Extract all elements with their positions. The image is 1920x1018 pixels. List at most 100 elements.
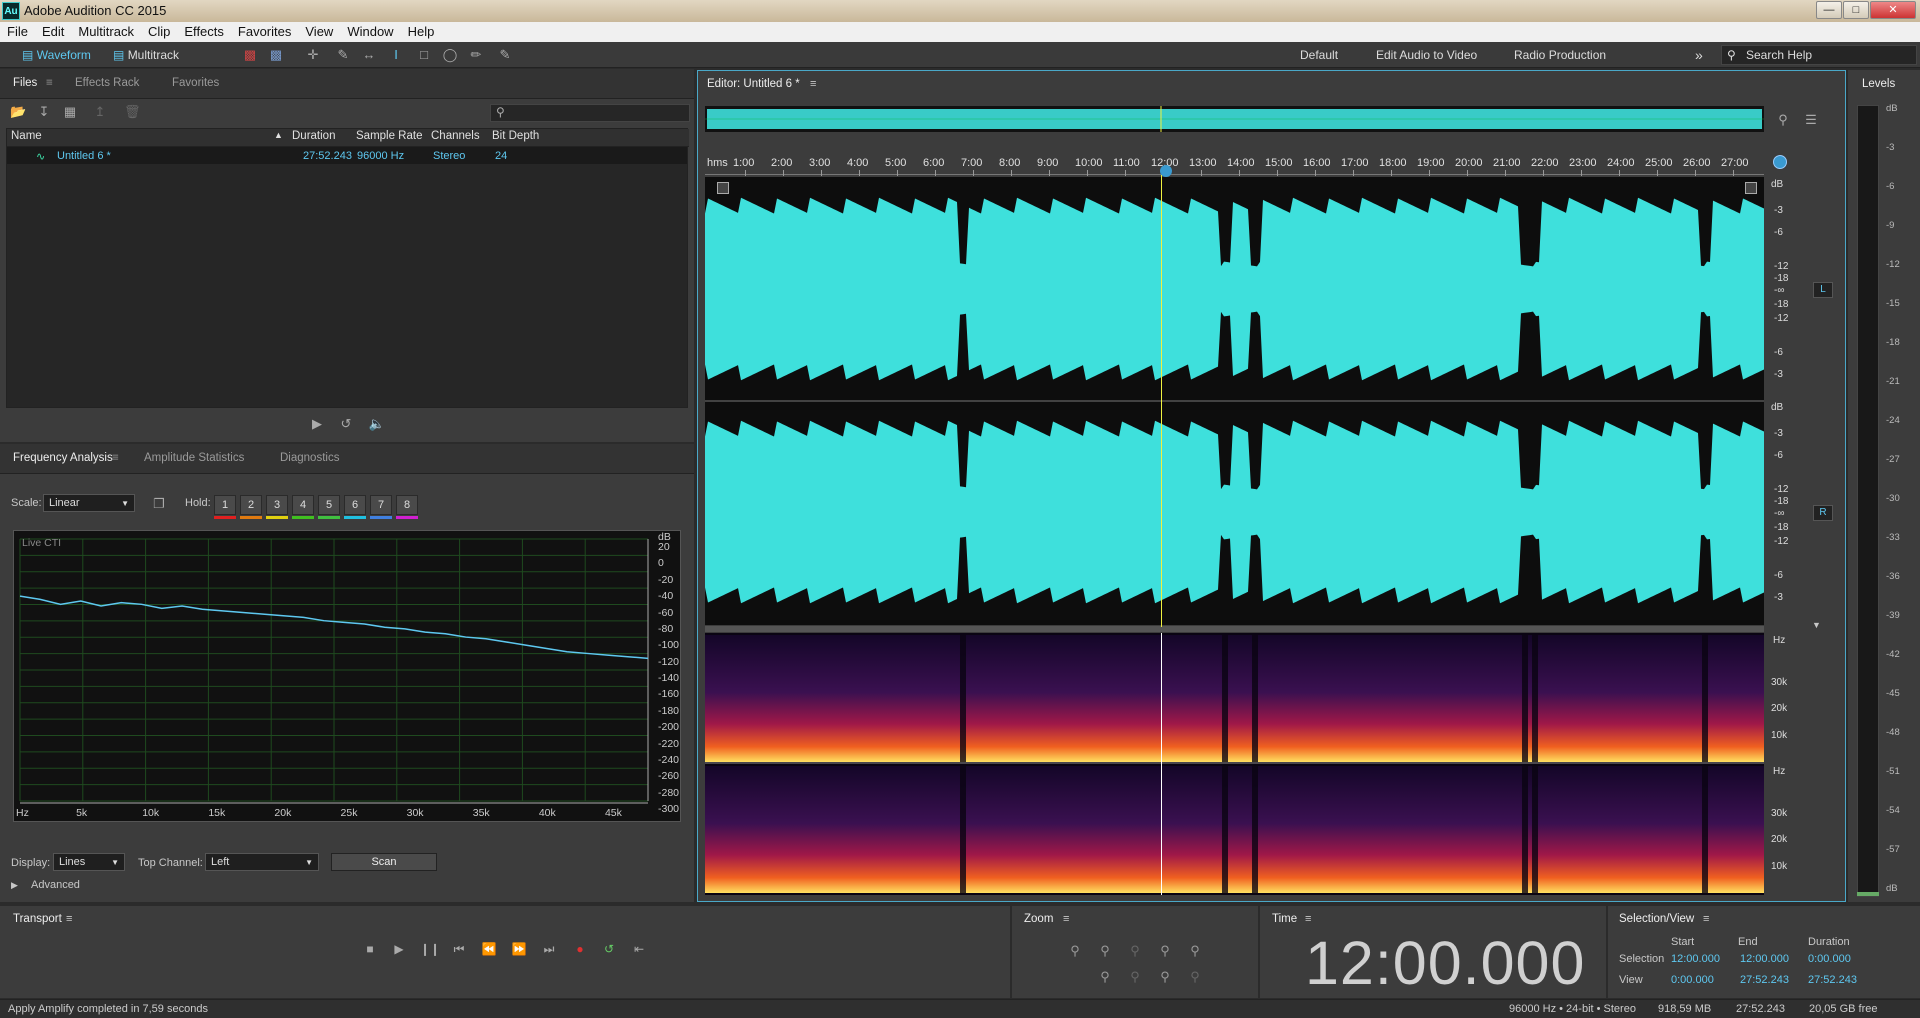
tab-diagnostics[interactable]: Diagnostics bbox=[280, 452, 339, 464]
tab-menu-icon[interactable]: ≡ bbox=[112, 452, 119, 464]
move-tool-icon[interactable]: ✛ bbox=[305, 47, 321, 63]
zoom-to-selection-icon[interactable]: ⚲ bbox=[1775, 112, 1791, 128]
spectral-display-icon[interactable]: ▩ bbox=[242, 47, 258, 63]
menu-edit[interactable]: Edit bbox=[35, 22, 71, 42]
auto-play-icon[interactable]: 🔈 bbox=[368, 416, 386, 432]
slip-tool-icon[interactable]: ↔ bbox=[361, 47, 377, 63]
delete-icon[interactable]: 🗑 bbox=[124, 104, 141, 120]
waveform-view-button[interactable]: ▤ Waveform bbox=[22, 46, 91, 64]
razor-tool-icon[interactable]: ✎ bbox=[335, 47, 351, 63]
advanced-toggle[interactable]: Advanced bbox=[31, 879, 80, 891]
maximize-button[interactable]: □ bbox=[1843, 1, 1869, 19]
channel-right-button[interactable]: R bbox=[1813, 505, 1833, 521]
loop-preview-icon[interactable]: ↺ bbox=[337, 416, 355, 432]
sync-icon[interactable] bbox=[1773, 155, 1787, 169]
menu-multitrack[interactable]: Multitrack bbox=[71, 22, 141, 42]
rewind-button[interactable]: ⏪ bbox=[480, 940, 498, 958]
spot-healing-tool-icon[interactable]: ✎ bbox=[497, 47, 513, 63]
zoom-reset-icon[interactable]: ⚲ bbox=[1126, 942, 1144, 960]
hold-button-3[interactable]: 3 bbox=[266, 495, 288, 515]
zoom-out-amplitude-icon[interactable]: ⚲ bbox=[1096, 942, 1114, 960]
column-name[interactable]: Name bbox=[11, 130, 42, 142]
more-workspaces-icon[interactable]: » bbox=[1695, 46, 1703, 64]
selection-duration[interactable]: 0:00.000 bbox=[1808, 953, 1851, 965]
tab-favorites[interactable]: Favorites bbox=[172, 77, 219, 89]
menu-help[interactable]: Help bbox=[401, 22, 442, 42]
stop-button[interactable]: ■ bbox=[361, 940, 379, 958]
play-button[interactable]: ▶ bbox=[390, 940, 408, 958]
tab-effects-rack[interactable]: Effects Rack bbox=[75, 77, 139, 89]
record-button[interactable]: ● bbox=[571, 940, 589, 958]
waveform-display[interactable] bbox=[705, 177, 1764, 625]
spectral-display[interactable] bbox=[705, 633, 1764, 895]
hold-button-8[interactable]: 8 bbox=[396, 495, 418, 515]
tab-frequency-analysis[interactable]: Frequency Analysis bbox=[13, 452, 113, 464]
column-bit-depth[interactable]: Bit Depth bbox=[492, 130, 539, 142]
import-file-icon[interactable]: ↧ bbox=[36, 104, 52, 120]
selection-end[interactable]: 12:00.000 bbox=[1740, 953, 1789, 965]
hold-button-2[interactable]: 2 bbox=[240, 495, 262, 515]
view-start[interactable]: 0:00.000 bbox=[1671, 974, 1714, 986]
next-button[interactable]: ⏭ bbox=[540, 940, 558, 958]
play-preview-icon[interactable]: ▶ bbox=[308, 416, 326, 432]
insert-icon[interactable]: ↥ bbox=[92, 104, 108, 120]
menu-file[interactable]: File bbox=[0, 22, 35, 42]
top-channel-select[interactable]: Left bbox=[205, 853, 319, 871]
tab-files[interactable]: Files bbox=[13, 77, 37, 89]
menu-clip[interactable]: Clip bbox=[141, 22, 177, 42]
display-divider[interactable] bbox=[705, 626, 1764, 632]
hold-button-4[interactable]: 4 bbox=[292, 495, 314, 515]
column-sample-rate[interactable]: Sample Rate bbox=[356, 130, 422, 142]
menu-effects[interactable]: Effects bbox=[177, 22, 231, 42]
fade-in-handle-icon[interactable] bbox=[717, 182, 729, 194]
scan-button[interactable]: Scan bbox=[331, 853, 437, 871]
hold-button-5[interactable]: 5 bbox=[318, 495, 340, 515]
pitch-display-icon[interactable]: ▩ bbox=[268, 47, 284, 63]
workspace-default[interactable]: Default bbox=[1300, 46, 1338, 64]
divider-collapse-icon[interactable]: ▼ bbox=[1812, 620, 1821, 630]
loop-playback-button[interactable]: ↺ bbox=[600, 940, 618, 958]
fade-out-handle-icon[interactable] bbox=[1745, 182, 1757, 194]
hold-button-1[interactable]: 1 bbox=[214, 495, 236, 515]
menu-favorites[interactable]: Favorites bbox=[231, 22, 298, 42]
editor-menu-icon[interactable]: ≡ bbox=[810, 78, 816, 90]
menu-view[interactable]: View bbox=[298, 22, 340, 42]
workspace-edit-audio-to-video[interactable]: Edit Audio to Video bbox=[1376, 46, 1477, 64]
hold-button-7[interactable]: 7 bbox=[370, 495, 392, 515]
menu-window[interactable]: Window bbox=[340, 22, 400, 42]
zoom-in-time-icon[interactable]: ⚲ bbox=[1156, 942, 1174, 960]
transport-menu-icon[interactable]: ≡ bbox=[66, 913, 72, 925]
brush-tool-icon[interactable]: ✏ bbox=[468, 47, 484, 63]
selection-start[interactable]: 12:00.000 bbox=[1671, 953, 1720, 965]
fast-forward-button[interactable]: ⏩ bbox=[510, 940, 528, 958]
marquee-tool-icon[interactable]: □ bbox=[416, 47, 432, 63]
tab-menu-icon[interactable]: ≡ bbox=[46, 77, 53, 89]
skip-selection-button[interactable]: ⇤ bbox=[630, 940, 648, 958]
search-help-input[interactable]: ⚲ Search Help bbox=[1721, 45, 1917, 65]
zoom-in-playhead-icon[interactable]: ⚲ bbox=[1096, 968, 1114, 986]
overview-bar[interactable] bbox=[705, 106, 1764, 132]
view-end[interactable]: 27:52.243 bbox=[1740, 974, 1789, 986]
display-select[interactable]: Lines bbox=[53, 853, 125, 871]
time-panel-menu-icon[interactable]: ≡ bbox=[1305, 913, 1311, 925]
lasso-tool-icon[interactable]: ◯ bbox=[442, 47, 458, 63]
pause-button[interactable]: ❙❙ bbox=[420, 940, 440, 958]
zoom-selection-icon[interactable]: ⚲ bbox=[1156, 968, 1174, 986]
scale-select[interactable]: Linear bbox=[43, 494, 135, 512]
current-time-display[interactable]: 12:00.000 bbox=[1305, 928, 1585, 998]
column-duration[interactable]: Duration bbox=[292, 130, 335, 142]
close-button[interactable]: ✕ bbox=[1870, 1, 1916, 19]
tab-amplitude-statistics[interactable]: Amplitude Statistics bbox=[144, 452, 244, 464]
zoom-out-playhead-icon[interactable]: ⚲ bbox=[1126, 968, 1144, 986]
panel-options-icon[interactable]: ☰ bbox=[1803, 112, 1819, 128]
minimize-button[interactable]: — bbox=[1816, 1, 1842, 19]
zoom-in-amplitude-icon[interactable]: ⚲ bbox=[1066, 942, 1084, 960]
file-name[interactable]: Untitled 6 * bbox=[57, 150, 111, 162]
selection-view-menu-icon[interactable]: ≡ bbox=[1703, 913, 1709, 925]
zoom-reset-amplitude-icon[interactable]: ⚲ bbox=[1186, 968, 1204, 986]
multitrack-view-button[interactable]: ▤ Multitrack bbox=[113, 46, 179, 64]
zoom-menu-icon[interactable]: ≡ bbox=[1063, 913, 1069, 925]
copy-to-clipboard-icon[interactable]: ❐ bbox=[151, 496, 167, 512]
new-file-icon[interactable]: ▦ bbox=[62, 104, 78, 120]
open-file-icon[interactable]: 📂 bbox=[10, 104, 26, 120]
